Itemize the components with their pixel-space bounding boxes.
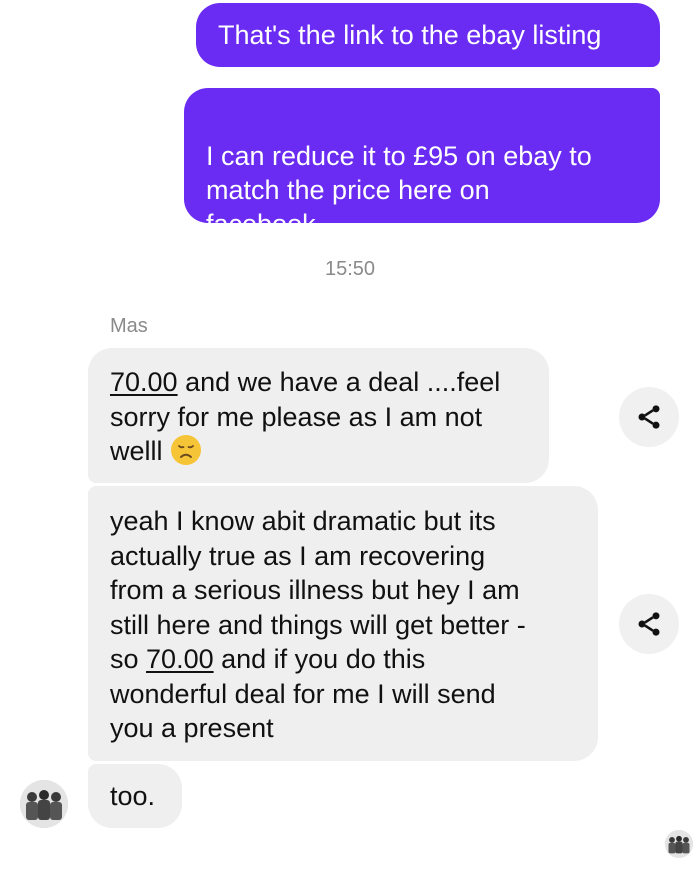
share-button[interactable] <box>619 594 679 654</box>
sender-name: Mas <box>110 315 148 337</box>
message-text: too. <box>110 780 156 811</box>
price-link[interactable]: 70.00 <box>110 367 178 397</box>
share-button[interactable] <box>619 387 679 447</box>
outgoing-message[interactable]: I can reduce it to £95 on ebay to match … <box>184 88 660 239</box>
avatar[interactable] <box>20 780 68 828</box>
disappointed-face-emoji <box>170 435 201 465</box>
incoming-message[interactable]: 70.00 and we have a deal ....feel sorry … <box>88 348 549 483</box>
timestamp: 15:50 <box>324 258 376 280</box>
read-receipt-avatar <box>665 830 693 858</box>
share-icon <box>638 405 660 429</box>
incoming-message[interactable]: yeah I know abit dramatic but its actual… <box>88 486 598 761</box>
group-photo-avatar <box>665 830 693 858</box>
price-link[interactable]: 70.00 <box>146 644 214 674</box>
message-text: I can reduce it to £95 on ebay to match … <box>206 141 592 239</box>
outgoing-message[interactable]: That's the link to the ebay listing <box>196 3 660 67</box>
group-photo-avatar <box>20 780 68 828</box>
message-text: That's the link to the ebay listing <box>218 20 602 50</box>
share-icon <box>638 612 660 636</box>
incoming-message[interactable]: too. <box>88 764 182 828</box>
